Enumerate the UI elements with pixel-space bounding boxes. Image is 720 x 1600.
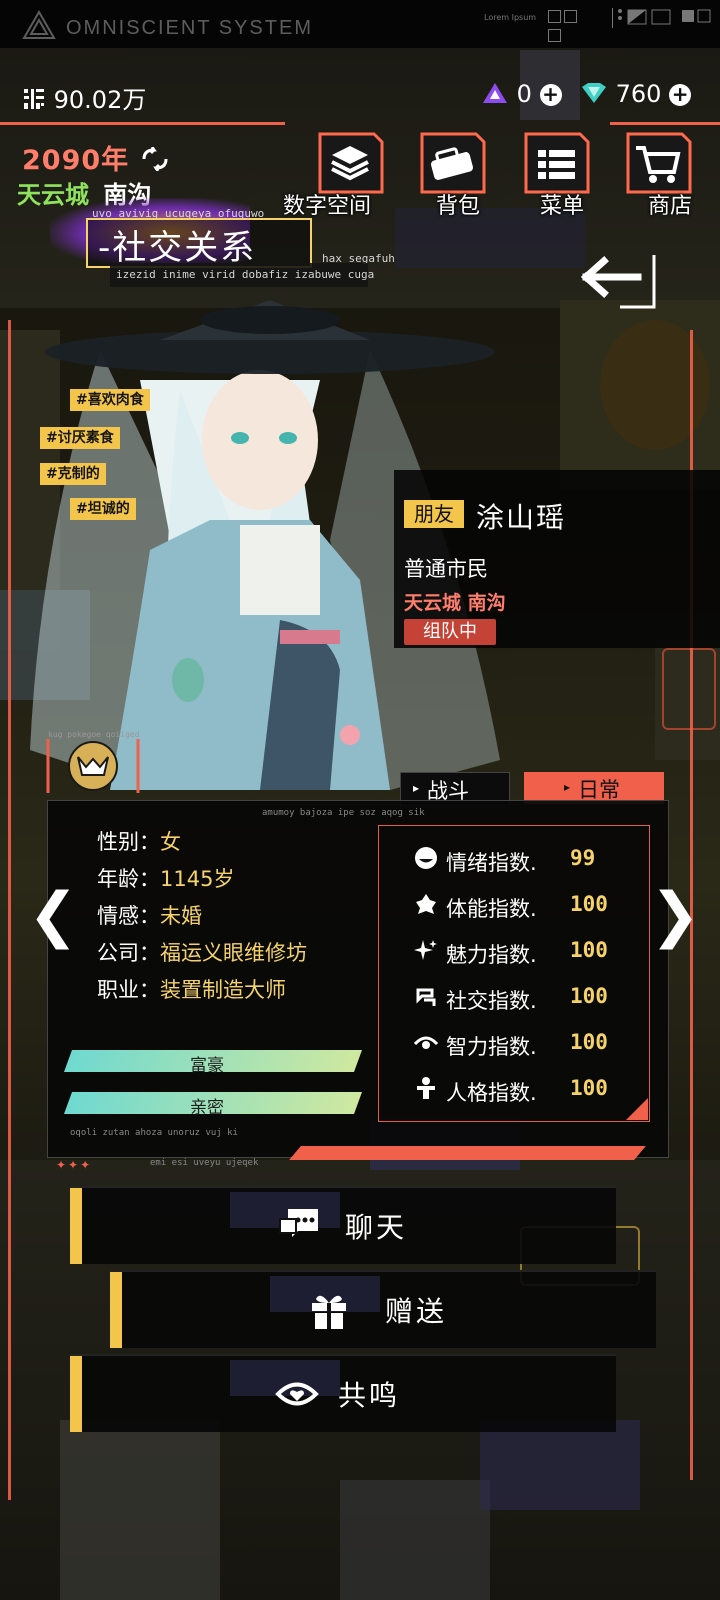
- next-character-button[interactable]: ❯: [650, 880, 700, 950]
- social-icon: [416, 988, 436, 1006]
- stat-charm: 魅力指数. 100: [414, 938, 608, 969]
- page-title: -社交关系: [98, 228, 257, 268]
- system-bar: OMNISCIENT SYSTEM Lorem Ipsum: [0, 0, 720, 48]
- frame-line-top: [0, 122, 285, 125]
- nav-digital-space-label: 数字空间: [283, 194, 372, 219]
- frame-line-left: [8, 320, 11, 1500]
- info-age: 年龄：1145岁: [97, 867, 235, 891]
- back-button[interactable]: [580, 253, 662, 311]
- nav-backpack-label: 背包: [436, 194, 481, 219]
- gems-display: 0 +: [481, 80, 562, 108]
- panel-bottom-strip: [289, 1146, 646, 1160]
- stat-mood: 情绪指数. 99: [414, 846, 595, 877]
- coins-value: 90.02万: [53, 86, 147, 114]
- resonance-button[interactable]: 共鸣: [70, 1354, 616, 1432]
- tag-item: #讨厌素食: [40, 427, 120, 449]
- intimacy-bar-label: 亲密: [190, 1098, 224, 1118]
- sparkle-icon: [414, 940, 437, 960]
- year-label: 2090年: [22, 138, 170, 177]
- frame-line-top-right: [610, 122, 720, 125]
- prev-character-button[interactable]: ❮: [28, 880, 78, 950]
- tag-item: #克制的: [40, 463, 106, 485]
- add-diamonds-button[interactable]: +: [669, 84, 692, 106]
- tag-item: #坦诚的: [70, 498, 136, 520]
- tag-item: #喜欢肉食: [70, 389, 150, 411]
- sync-icon: [142, 146, 168, 172]
- stat-intelligence: 智力指数. 100: [413, 1030, 608, 1061]
- add-gems-button[interactable]: +: [539, 84, 562, 106]
- character-occupation-type: 普通市民: [404, 557, 488, 581]
- relation-badge: 朋友: [404, 500, 464, 528]
- nav-menu-label: 菜单: [540, 194, 585, 219]
- panel-sparkles-decor: ✦✦✦: [56, 1158, 93, 1172]
- stat-social: 社交指数. 100: [414, 984, 608, 1015]
- barcode-icon: [24, 89, 44, 109]
- system-logo-icon: [22, 10, 56, 39]
- faction-emblem: [46, 739, 140, 793]
- panel-caption-top: amumoy bajoza ipe soz aqog sik: [262, 808, 425, 818]
- info-relationship: 情感：未婚: [97, 904, 202, 928]
- gift-button[interactable]: 赠送: [110, 1270, 656, 1348]
- diamonds-value: 760: [615, 80, 662, 108]
- coins-display: 90.02万: [22, 80, 146, 115]
- decor-panel-icon: [612, 8, 711, 28]
- stat-personality: 人格指数. 100: [414, 1076, 608, 1107]
- gift-icon: [312, 1295, 346, 1329]
- info-profession: 职业：装置制造大师: [97, 978, 286, 1002]
- gems-value: 0: [516, 80, 532, 108]
- gem-icon: [483, 83, 507, 103]
- character-name: 涂山瑶: [476, 501, 567, 534]
- resonance-button-label: 共鸣: [338, 1379, 401, 1412]
- team-status-badge: 组队中: [404, 619, 496, 645]
- title-caption-bottom: izezid inime virid dobafiz izabuwe cuga: [116, 268, 375, 281]
- lorem-label: Lorem Ipsum: [484, 13, 537, 22]
- stamina-icon: [416, 894, 436, 914]
- character-location: 天云城 南沟: [404, 592, 506, 614]
- diamond-icon: [582, 83, 606, 103]
- eye-icon: [413, 1036, 439, 1049]
- stats-corner-decor: [626, 1098, 648, 1120]
- chat-button-label: 聊天: [345, 1211, 408, 1244]
- resonance-icon: [275, 1382, 319, 1406]
- chat-button[interactable]: 聊天: [70, 1186, 616, 1264]
- person-icon: [417, 1077, 435, 1099]
- system-title: OMNISCIENT SYSTEM: [66, 17, 313, 39]
- diamonds-display: 760 +: [580, 80, 692, 108]
- chat-icon: [279, 1209, 318, 1237]
- info-company: 公司：福运义眼维修坊: [97, 941, 307, 965]
- panel-caption-bottom-2: emi esi uveyu ujeqek: [150, 1158, 259, 1168]
- mood-icon: [415, 847, 437, 869]
- nav-shop-label: 商店: [648, 194, 693, 219]
- panel-caption-bottom-1: oqoli zutan ahoza unoruz vuj ki: [70, 1128, 238, 1138]
- window-buttons: [548, 8, 594, 42]
- wealth-bar-label: 富豪: [190, 1056, 224, 1076]
- info-gender: 性别：女: [97, 830, 181, 854]
- gift-button-label: 赠送: [385, 1295, 448, 1328]
- stat-stamina: 体能指数. 100: [414, 892, 608, 923]
